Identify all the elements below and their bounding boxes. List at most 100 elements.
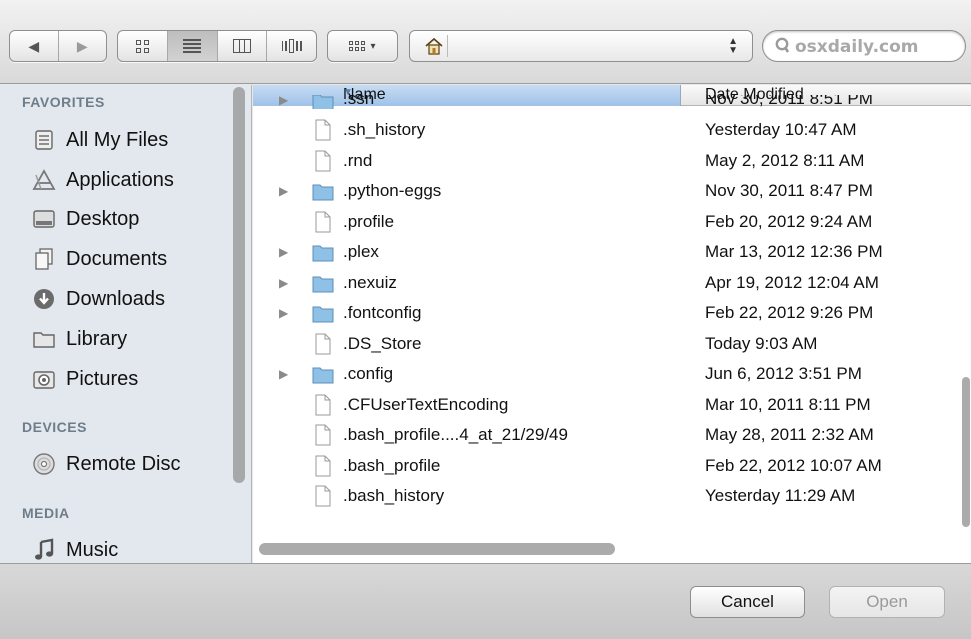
documents-icon [32,247,56,271]
history-navigation: ◀ ▶ [9,30,107,62]
file-name: .plex [343,242,379,261]
sidebar-item-library[interactable]: Library [32,322,127,356]
search-input[interactable] [793,36,958,58]
disclosure-triangle-icon[interactable]: ▶ [279,184,288,198]
toolbar: ◀ ▶ ▾ ▲ ▼ [0,0,971,84]
section-header-media: MEDIA [22,505,70,521]
list-item[interactable]: .rnd May 2, 2012 8:11 AM [253,146,971,176]
horizontal-scrollbar[interactable] [259,543,615,555]
back-button[interactable]: ◀ [10,31,59,61]
list-item[interactable]: .CFUserTextEncoding Mar 10, 2011 8:11 PM [253,390,971,420]
path-popup[interactable]: ▲ ▼ [409,30,753,62]
desktop-icon [32,207,56,231]
list-item[interactable]: .sh_history Yesterday 10:47 AM [253,115,971,145]
all-files-icon [32,128,56,152]
list-item[interactable]: ▶ .nexuiz Apr 19, 2012 12:04 AM [253,268,971,298]
folder-icon [312,184,334,201]
file-name: .fontconfig [343,303,422,322]
file-date: Mar 13, 2012 12:36 PM [705,242,883,261]
list-item[interactable]: .bash_history Yesterday 11:29 AM [253,481,971,511]
list-view-button[interactable] [167,31,218,61]
sidebar-item-desktop[interactable]: Desktop [32,202,139,236]
sidebar-item-label: Downloads [66,287,165,310]
file-date: Jun 6, 2012 3:51 PM [705,364,862,383]
folder-icon [32,327,56,351]
cover-flow-icon [281,39,302,53]
sidebar-item-music[interactable]: Music [32,533,118,563]
file-list: Name ▼ Date Modified ▶ .ssh Nov 30, 2011… [253,85,971,563]
list-item[interactable]: ▶ .fontconfig Feb 22, 2012 9:26 PM [253,298,971,328]
sidebar-item-label: Applications [66,168,174,191]
column-view-button[interactable] [218,31,268,61]
disclosure-triangle-icon[interactable]: ▶ [279,95,288,107]
disc-icon [32,452,56,476]
list-item[interactable]: ▶ .plex Mar 13, 2012 12:36 PM [253,237,971,267]
cover-flow-button[interactable] [267,31,316,61]
disclosure-triangle-icon[interactable]: ▶ [279,306,288,320]
file-name: .profile [343,211,395,231]
icon-grid-icon [135,39,149,53]
folder-icon [312,245,334,262]
document-icon [315,119,331,141]
file-date: May 2, 2012 8:11 AM [705,150,865,170]
file-date: Nov 30, 2011 8:47 PM [705,181,873,200]
sidebar-item-remote-disc[interactable]: Remote Disc [32,447,180,481]
vertical-scrollbar[interactable] [962,377,970,527]
file-name: .ssh [343,95,375,108]
document-icon [315,485,331,507]
file-name: .bash_profile [343,455,441,475]
sidebar-scrollbar[interactable] [233,87,245,483]
sidebar-item-all-my-files[interactable]: All My Files [32,123,168,157]
home-icon [420,35,448,57]
downloads-icon [32,287,56,311]
sidebar-item-documents[interactable]: Documents [32,242,167,276]
sidebar-item-label: Library [66,327,128,350]
document-icon [315,394,331,415]
file-name: .config [343,364,394,383]
file-name: .DS_Store [343,333,422,353]
file-name: .nexuiz [343,272,397,292]
section-header-favorites: FAVORITES [22,94,105,110]
disclosure-triangle-icon[interactable]: ▶ [279,245,288,259]
file-date: Mar 10, 2011 8:11 PM [705,394,871,414]
dialog-footer: Cancel Open [0,563,971,639]
cancel-button[interactable]: Cancel [690,586,805,618]
columns-icon [232,39,251,53]
sidebar-item-applications[interactable]: Applications [32,163,174,197]
file-date: Yesterday 10:47 AM [705,120,857,139]
file-name: .CFUserTextEncoding [343,394,509,414]
list-item[interactable]: .bash_profile....4_at_21/29/49 May 28, 20… [253,420,971,450]
list-item[interactable]: ▶ .python-eggs Nov 30, 2011 8:47 PM [253,176,971,206]
arrange-button[interactable]: ▾ [327,30,398,62]
sidebar-item-downloads[interactable]: Downloads [32,282,165,316]
open-button[interactable]: Open [829,586,945,618]
stepper-icon: ▲ ▼ [728,36,738,56]
search-icon [775,37,790,53]
disclosure-triangle-icon[interactable]: ▶ [279,276,288,290]
list-item[interactable]: ▶ .config Jun 6, 2012 3:51 PM [253,359,971,389]
folder-icon [312,95,334,109]
file-date: Feb 20, 2012 9:24 AM [705,211,873,231]
list-item[interactable]: .DS_Store Today 9:03 AM [253,329,971,359]
file-date: Feb 22, 2012 9:26 PM [705,303,874,322]
file-date: Feb 22, 2012 10:07 AM [705,455,882,475]
sidebar-item-label: Music [66,538,119,561]
back-arrow-icon: ◀ [28,37,40,54]
document-icon [315,150,331,171]
search-field[interactable] [762,30,966,62]
sidebar-item-label: Remote Disc [66,452,181,475]
sidebar-item-pictures[interactable]: Pictures [32,362,138,396]
sidebar-item-label: Documents [66,247,168,270]
file-name: .bash_history [343,486,445,505]
list-item[interactable]: .bash_profile Feb 22, 2012 10:07 AM [253,451,971,481]
camera-icon [32,367,56,391]
file-name: .bash_profile....4_at_21/29/49 [343,425,568,444]
disclosure-triangle-icon[interactable]: ▶ [279,367,288,381]
icon-view-button[interactable] [118,31,168,61]
sidebar-item-label: Pictures [66,367,139,390]
forward-button[interactable]: ▶ [59,31,107,61]
chevron-down-icon: ▾ [370,40,376,52]
file-date: May 28, 2011 2:32 AM [705,425,874,444]
list-item[interactable]: ▶ .ssh Nov 30, 2011 8:51 PM [253,95,971,109]
list-item[interactable]: .profile Feb 20, 2012 9:24 AM [253,207,971,237]
